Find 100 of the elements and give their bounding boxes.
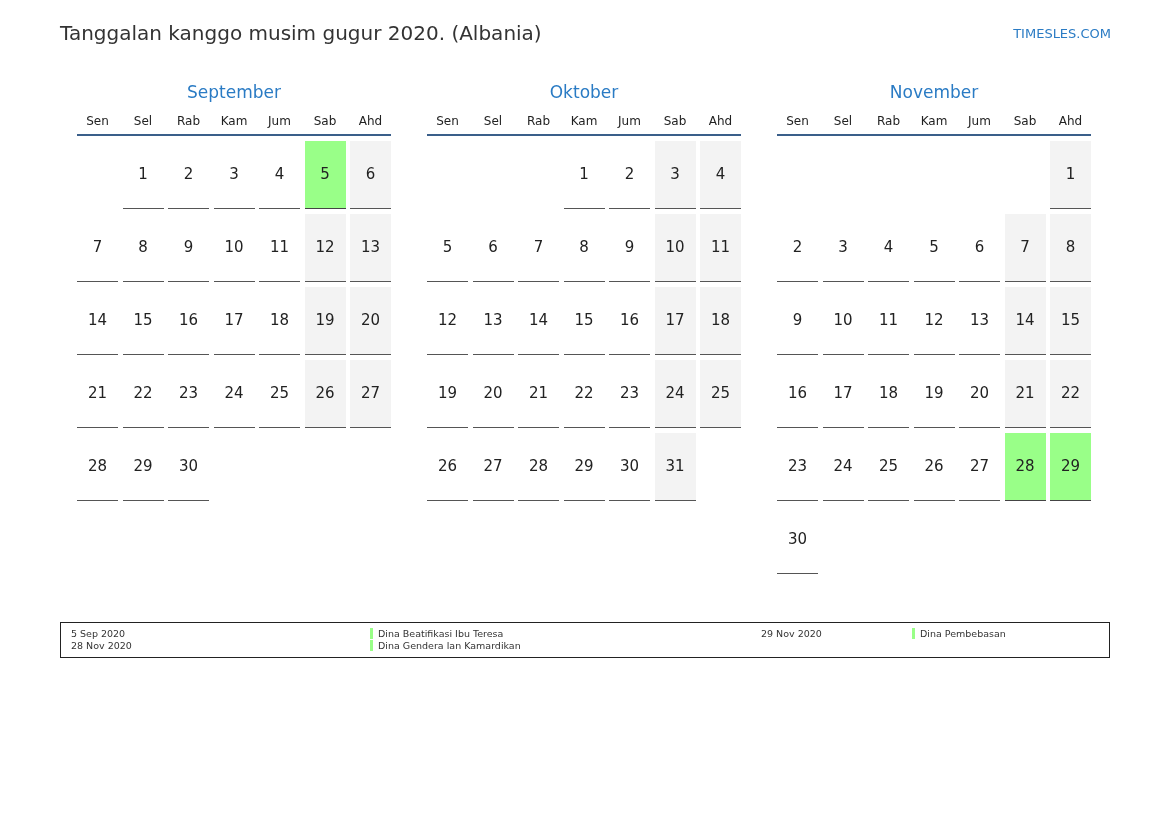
- day-cell: 29: [563, 433, 605, 501]
- day-cell: 2: [777, 214, 818, 282]
- day-cell: 13: [959, 287, 1000, 355]
- day-cell: 3: [654, 141, 696, 209]
- day-cell: 24: [213, 360, 255, 428]
- day-cell: 1: [122, 141, 164, 209]
- day-cell: 1: [563, 141, 605, 209]
- day-cell: 26: [304, 360, 346, 428]
- weekday-label: Jum: [966, 114, 992, 128]
- day-cell: 12: [304, 214, 346, 282]
- weekday-label: Sel: [132, 114, 154, 128]
- day-cell: 16: [609, 287, 650, 355]
- day-cell: 10: [213, 214, 255, 282]
- weekday-label: Sab: [312, 114, 338, 128]
- day-cell: 27: [959, 433, 1000, 501]
- day-cell: 8: [122, 214, 164, 282]
- weekday-label: Kam: [919, 114, 949, 128]
- day-cell: 6: [350, 141, 391, 209]
- day-cell: 7: [518, 214, 559, 282]
- day-cell: 6: [472, 214, 514, 282]
- day-cell: 24: [654, 360, 696, 428]
- day-cell: 21: [77, 360, 118, 428]
- day-cell: 17: [654, 287, 696, 355]
- day-cell: 27: [472, 433, 514, 501]
- day-cell: 24: [822, 433, 864, 501]
- day-cell: 29: [122, 433, 164, 501]
- day-cell: 19: [304, 287, 346, 355]
- day-cell: 3: [213, 141, 255, 209]
- holiday-date: 5 Sep 2020: [71, 628, 127, 639]
- page-title: Tanggalan kanggo musim gugur 2020. (Albania): [60, 21, 542, 45]
- day-cell: 11: [259, 214, 300, 282]
- day-cell: 22: [122, 360, 164, 428]
- weekday-label: Kam: [219, 114, 249, 128]
- day-cell: 23: [609, 360, 650, 428]
- day-cell: 13: [472, 287, 514, 355]
- day-cell: 7: [77, 214, 118, 282]
- weekday-label: Sen: [785, 114, 810, 128]
- day-cell: 28: [1004, 433, 1046, 501]
- day-cell: 26: [913, 433, 955, 501]
- day-cell: 12: [913, 287, 955, 355]
- day-cell: 14: [518, 287, 559, 355]
- day-cell: 4: [700, 141, 741, 209]
- day-cell: 21: [518, 360, 559, 428]
- weekday-label: Ahd: [707, 114, 734, 128]
- holiday-name: Dina Beatifikasi Ibu Teresa: [370, 628, 761, 639]
- day-cell: 8: [563, 214, 605, 282]
- weekday-label: Rab: [175, 114, 201, 128]
- day-cell: 26: [427, 433, 468, 501]
- day-cell: 20: [472, 360, 514, 428]
- holiday-date: 28 Nov 2020: [71, 640, 133, 651]
- day-cell: 5: [427, 214, 468, 282]
- day-cell: 11: [868, 287, 909, 355]
- day-cell: 23: [168, 360, 209, 428]
- month-title: September: [186, 82, 282, 104]
- day-cell: 11: [700, 214, 741, 282]
- day-cell: 14: [77, 287, 118, 355]
- day-cell: 20: [350, 287, 391, 355]
- day-cell: 15: [563, 287, 605, 355]
- day-cell: 15: [1050, 287, 1091, 355]
- day-cell: 10: [822, 287, 864, 355]
- day-cell: 28: [77, 433, 118, 501]
- day-cell: 13: [350, 214, 391, 282]
- day-cell: 31: [654, 433, 696, 501]
- day-cell: 20: [959, 360, 1000, 428]
- weekday-label: Sab: [662, 114, 688, 128]
- day-cell: 29: [1050, 433, 1091, 501]
- holiday-date: 29 Nov 2020: [761, 628, 823, 639]
- day-cell: 6: [959, 214, 1000, 282]
- day-cell: 23: [777, 433, 818, 501]
- day-cell: 5: [304, 141, 346, 209]
- day-cell: 3: [822, 214, 864, 282]
- weekday-label: Sel: [832, 114, 854, 128]
- day-cell: 7: [1004, 214, 1046, 282]
- day-cell: 19: [913, 360, 955, 428]
- day-cell: 25: [700, 360, 741, 428]
- day-cell: 17: [213, 287, 255, 355]
- weekday-label: Sen: [435, 114, 460, 128]
- weekday-label: Jum: [266, 114, 292, 128]
- month-title: Oktober: [548, 82, 620, 104]
- day-cell: 16: [777, 360, 818, 428]
- day-cell: 16: [168, 287, 209, 355]
- day-cell: 9: [168, 214, 209, 282]
- day-cell: 30: [168, 433, 209, 501]
- day-cell: 18: [259, 287, 300, 355]
- day-cell: 4: [259, 141, 300, 209]
- weekday-label: Ahd: [357, 114, 384, 128]
- day-cell: 18: [700, 287, 741, 355]
- day-cell: 28: [518, 433, 559, 501]
- weekday-label: Sen: [85, 114, 110, 128]
- site-link[interactable]: TIMESLES.COM: [1013, 25, 1111, 41]
- day-cell: 17: [822, 360, 864, 428]
- day-cell: 5: [913, 214, 955, 282]
- weekday-label: Sab: [1012, 114, 1038, 128]
- day-cell: 4: [868, 214, 909, 282]
- day-cell: 8: [1050, 214, 1091, 282]
- weekday-label: Sel: [482, 114, 504, 128]
- day-cell: 19: [427, 360, 468, 428]
- weekday-label: Rab: [875, 114, 901, 128]
- day-cell: 30: [777, 506, 818, 574]
- day-cell: 14: [1004, 287, 1046, 355]
